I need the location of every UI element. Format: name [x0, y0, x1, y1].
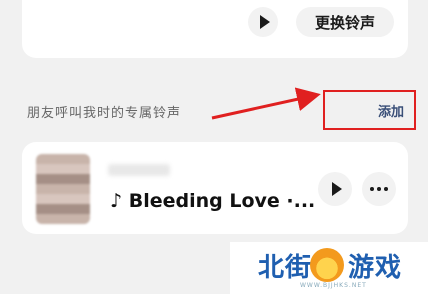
- friend-ringtone-card: ♪ Bleeding Love ·...: [22, 142, 408, 234]
- watermark-text-right: 游戏: [348, 253, 403, 283]
- friend-name-blurred: [108, 164, 170, 176]
- watermark-text-left: 北街: [258, 253, 313, 283]
- dot-icon: [384, 187, 388, 191]
- song-title: ♪ Bleeding Love ·...: [110, 190, 316, 212]
- watermark-logo-icon: [310, 248, 344, 282]
- more-options-button[interactable]: [362, 172, 396, 206]
- play-icon: [331, 182, 342, 196]
- dot-icon: [370, 187, 374, 191]
- song-play-button[interactable]: [318, 172, 352, 206]
- album-cover: [36, 154, 90, 224]
- add-friend-ringtone-link[interactable]: 添加: [323, 90, 416, 130]
- watermark-url: WWW.BJJHKS.NET: [300, 282, 367, 289]
- dot-icon: [377, 187, 381, 191]
